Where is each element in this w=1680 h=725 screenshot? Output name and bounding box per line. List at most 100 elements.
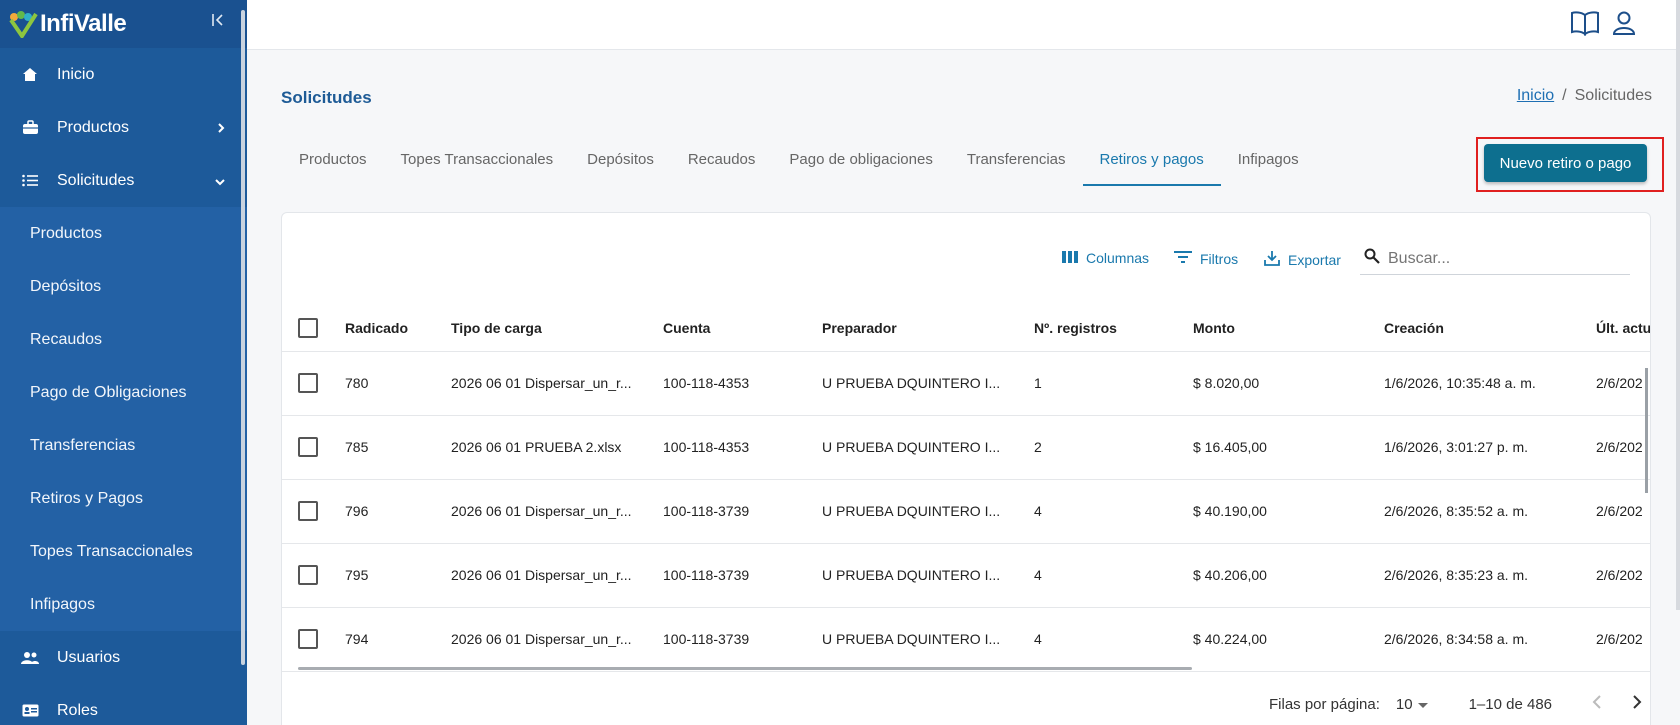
tab-depositos[interactable]: Depósitos [570,145,671,184]
cell-creacion: 2/6/2026, 8:35:52 a. m. [1384,479,1596,544]
table-row[interactable]: 794 2026 06 01 Dispersar_un_r... 100-118… [282,607,1650,672]
row-checkbox[interactable] [298,501,318,521]
table-horizontal-scrollbar[interactable] [298,667,1192,670]
breadcrumb-separator: / [1562,87,1567,104]
collapse-sidebar-icon[interactable] [211,12,231,34]
download-icon [1264,250,1280,269]
logo-text: InfiValle [40,10,127,37]
home-icon [20,66,40,84]
column-header[interactable]: Cuenta [663,305,822,352]
book-icon[interactable] [1570,10,1600,41]
cell-monto: $ 40.190,00 [1193,479,1384,544]
row-checkbox[interactable] [298,373,318,393]
tab-infipagos[interactable]: Infipagos [1221,145,1316,184]
cell-cuenta: 100-118-4353 [663,415,822,480]
sidebar-item-label: Productos [57,118,130,136]
tab-retiros-pagos[interactable]: Retiros y pagos [1082,145,1221,186]
submenu-item-productos[interactable]: Productos [0,207,247,260]
pagination: Filas por página: 10 1–10 de 486 [1269,695,1642,714]
cell-registros: 1 [1034,351,1193,416]
page-scrollbar[interactable] [1676,0,1680,610]
sidebar-item-usuarios[interactable]: Usuarios [0,631,247,684]
submenu-item-infipagos[interactable]: Infipagos [0,578,247,631]
columns-label: Columnas [1086,250,1150,266]
export-label: Exportar [1288,251,1341,268]
solicitudes-submenu: Productos Depósitos Recaudos Pago de Obl… [0,207,247,631]
sidebar-item-roles[interactable]: Roles [0,684,247,725]
cell-ult-actualizacion: 2/6/202 [1596,607,1650,672]
cell-tipo-carga: 2026 06 01 Dispersar_un_r... [451,543,663,608]
cell-cuenta: 100-118-3739 [663,479,822,544]
row-checkbox[interactable] [298,565,318,585]
rows-per-page-select[interactable]: 10 [1396,696,1413,713]
breadcrumb-home-link[interactable]: Inicio [1517,87,1554,105]
requests-table: Radicado Tipo de carga Cuenta Preparador… [282,305,1650,672]
user-icon[interactable] [1612,10,1636,41]
search-icon [1364,248,1380,269]
sidebar-item-productos[interactable]: Productos [0,101,247,154]
pagination-range: 1–10 de 486 [1468,696,1553,713]
search-input[interactable] [1388,249,1608,268]
cell-registros: 4 [1034,543,1193,608]
cell-monto: $ 40.206,00 [1193,543,1384,608]
tab-topes-transaccionales[interactable]: Topes Transaccionales [384,145,571,184]
table-row[interactable]: 780 2026 06 01 Dispersar_un_r... 100-118… [282,351,1650,416]
logo-mark-icon [8,10,38,40]
cell-registros: 4 [1034,479,1193,544]
row-checkbox[interactable] [298,437,318,457]
tab-transferencias[interactable]: Transferencias [950,145,1083,184]
export-button[interactable]: Exportar [1264,250,1341,269]
page-title: Solicitudes [281,88,372,107]
cell-registros: 4 [1034,607,1193,672]
column-header[interactable]: Nº. registros [1034,305,1193,352]
tab-recaudos[interactable]: Recaudos [671,145,773,184]
column-header[interactable]: Creación [1384,305,1596,352]
cell-creacion: 1/6/2026, 3:01:27 p. m. [1384,415,1596,480]
cell-radicado: 796 [345,479,451,544]
column-header[interactable]: Últ. actu [1596,305,1650,352]
sidebar-item-inicio[interactable]: Inicio [0,48,247,101]
tab-productos[interactable]: Productos [282,145,384,184]
select-all-checkbox[interactable] [298,317,318,338]
briefcase-icon [20,119,40,137]
sidebar-item-solicitudes[interactable]: Solicitudes [0,154,247,207]
cell-cuenta: 100-118-3739 [663,543,822,608]
column-header[interactable]: Monto [1193,305,1384,352]
sidebar: InfiValle Inicio Productos Solicitudes P… [0,0,247,725]
chevron-right-icon [217,120,225,136]
cell-preparador: U PRUEBA DQUINTERO I... [822,543,1034,608]
table-vertical-scrollbar[interactable] [1645,368,1648,493]
submenu-item-pago-obligaciones[interactable]: Pago de Obligaciones [0,366,247,419]
submenu-item-topes[interactable]: Topes Transaccionales [0,525,247,578]
tab-pago-obligaciones[interactable]: Pago de obligaciones [772,145,949,184]
cell-tipo-carga: 2026 06 01 PRUEBA 2.xlsx [451,415,663,480]
column-header[interactable]: Tipo de carga [451,305,663,352]
column-header[interactable]: Radicado [345,305,451,352]
next-page-icon[interactable] [1632,695,1642,714]
table-row[interactable]: 785 2026 06 01 PRUEBA 2.xlsx 100-118-435… [282,415,1650,480]
column-header[interactable]: Preparador [822,305,1034,352]
submenu-item-depositos[interactable]: Depósitos [0,260,247,313]
new-withdrawal-button[interactable]: Nuevo retiro o pago [1484,144,1647,182]
cell-monto: $ 16.405,00 [1193,415,1384,480]
list-icon [20,172,40,190]
cell-preparador: U PRUEBA DQUINTERO I... [822,351,1034,416]
cell-tipo-carga: 2026 06 01 Dispersar_un_r... [451,479,663,544]
cell-ult-actualizacion: 2/6/202 [1596,543,1650,608]
row-checkbox[interactable] [298,629,318,649]
caret-down-icon[interactable] [1417,696,1429,713]
columns-button[interactable]: Columnas [1062,250,1149,266]
filters-label: Filtros [1200,250,1239,267]
table-row[interactable]: 796 2026 06 01 Dispersar_un_r... 100-118… [282,479,1650,544]
submenu-item-recaudos[interactable]: Recaudos [0,313,247,366]
sidebar-item-label: Usuarios [57,648,121,666]
cell-monto: $ 40.224,00 [1193,607,1384,672]
chevron-down-icon [215,173,225,189]
submenu-item-retiros-pagos[interactable]: Retiros y Pagos [0,472,247,525]
cell-ult-actualizacion: 2/6/202 [1596,415,1650,480]
sidebar-scrollbar[interactable] [241,10,245,665]
table-row[interactable]: 795 2026 06 01 Dispersar_un_r... 100-118… [282,543,1650,608]
filters-button[interactable]: Filtros [1174,250,1238,267]
previous-page-icon[interactable] [1592,695,1602,714]
submenu-item-transferencias[interactable]: Transferencias [0,419,247,472]
